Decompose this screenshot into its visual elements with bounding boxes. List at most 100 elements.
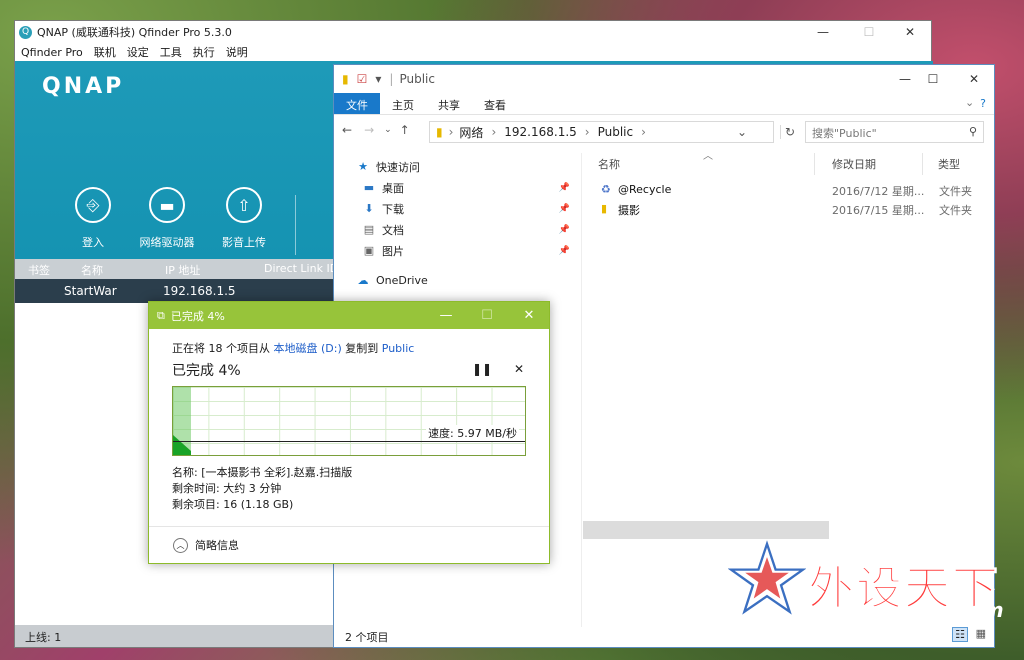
fewer-details-button[interactable]: ︿ 简略信息 [149,526,549,563]
details-view-icon[interactable]: ☷ [952,627,968,642]
tab-home[interactable]: 主页 [380,93,426,114]
pin-icon[interactable]: 📌 [559,225,570,235]
chevron-down-icon[interactable]: ⌄ [384,125,392,135]
pin-icon[interactable]: 📌 [559,183,570,193]
media-upload-button[interactable]: ⇧ 影音上传 [204,187,284,250]
large-icons-view-icon[interactable]: ▦ [974,627,988,640]
login-button[interactable]: ⎆ 登入 [53,187,133,250]
network-icon: ▮ [436,125,443,139]
dropdown-icon[interactable]: ⌄ [737,125,747,139]
pin-icon[interactable]: 📌 [559,204,570,214]
file-name: 摄影 [618,204,640,217]
search-input[interactable]: 搜索"Public" ⚲ [805,121,984,143]
breadcrumb-network[interactable]: 网络 [459,124,483,141]
refresh-icon[interactable]: ↻ [779,125,795,139]
nav-documents[interactable]: ▤ 文档 📌 [334,219,580,240]
menu-settings[interactable]: 设定 [127,44,149,60]
col-name[interactable]: 名称 [81,262,103,278]
login-label: 登入 [82,236,104,249]
menu-tools[interactable]: 工具 [160,44,182,60]
nav-onedrive-label: OneDrive [376,274,428,287]
network-drive-button[interactable]: ▬ 网络驱动器 [127,187,207,250]
back-arrow-icon[interactable]: ← [342,123,352,137]
breadcrumb-separator: › [584,125,590,139]
file-name: @Recycle [618,183,672,196]
help-icon[interactable]: ? [978,93,994,114]
explorer-title: Public [399,72,435,86]
copy-icon: ⧉ [157,308,165,322]
dialog-title: 已完成 4% [170,309,225,323]
tab-view[interactable]: 查看 [472,93,518,114]
tab-file[interactable]: 文件 [334,93,380,114]
fewer-details-label: 简略信息 [195,539,239,552]
nav-pictures[interactable]: ▣ 图片 📌 [334,240,580,261]
toolbar-divider [295,195,296,255]
current-file-name: 名称: [一本摄影书 全彩].赵嘉.扫描版 [172,466,353,479]
target-link[interactable]: Public [382,342,415,355]
cancel-icon[interactable]: ✕ [514,362,524,376]
col-bookmark[interactable]: 书签 [28,262,50,278]
minimize-icon[interactable]: — [800,21,846,43]
col-ip[interactable]: IP 地址 [165,262,200,278]
forward-arrow-icon[interactable]: → [364,123,374,137]
media-upload-label: 影音上传 [222,236,266,249]
menu-execute[interactable]: 执行 [193,44,215,60]
minimize-icon[interactable]: — [426,302,466,329]
list-item[interactable]: ♻ @Recycle 2016/7/12 星期... 文件夹 [583,180,994,199]
col-date-label: 修改日期 [832,158,876,171]
close-icon[interactable]: ✕ [509,302,549,329]
qfinder-menubar: Qfinder Pro 联机 设定 工具 执行 说明 [15,43,931,61]
dialog-titlebar[interactable]: ⧉ 已完成 4% — ☐ ✕ [149,302,549,329]
picture-icon: ▣ [363,244,375,257]
properties-icon[interactable]: ☑ [357,72,368,86]
menu-help[interactable]: 说明 [226,44,248,60]
device-ip: 192.168.1.5 [163,284,236,298]
col-name-label: 名称 [598,158,620,171]
nav-pictures-label: 图片 [382,244,404,258]
col-directlink[interactable]: Direct Link ID [264,262,338,275]
time-remaining: 剩余时间: 大约 3 分钟 [172,482,282,495]
download-icon: ⬇ [364,202,374,215]
folder-icon: ▮ [342,72,349,86]
file-type: 文件夹 [939,185,972,198]
col-type-header[interactable]: 类型 [923,153,994,175]
menu-connect[interactable]: 联机 [94,44,116,60]
maximize-icon[interactable]: ☐ [846,21,892,43]
cloud-icon: ☁ [357,274,369,287]
address-bar[interactable]: ▮ › 网络 › 192.168.1.5 › Public › ⌄ ↻ [429,121,795,143]
tab-share[interactable]: 共享 [426,93,472,114]
maximize-icon[interactable]: ☐ [467,302,507,329]
breadcrumb-host[interactable]: 192.168.1.5 [504,125,577,139]
folder-icon: ▮ [601,202,608,215]
qfinder-titlebar[interactable]: Q QNAP (威联通科技) Qfinder Pro 5.3.0 — ☐ ✕ [15,21,931,43]
chevron-down-icon[interactable]: ⌄ [961,93,978,114]
star-icon: ★ [358,160,368,173]
close-icon[interactable]: ✕ [951,68,997,90]
col-type-label: 类型 [938,158,960,171]
menu-qfinder-pro[interactable]: Qfinder Pro [21,46,83,59]
maximize-icon[interactable]: ☐ [910,68,956,90]
search-icon[interactable]: ⚲ [969,125,977,138]
explorer-titlebar[interactable]: ▮ ☑ ▾ | Public — ☐ ✕ [334,65,994,93]
breadcrumb-separator: › [491,125,497,139]
col-date-header[interactable]: 修改日期 [815,153,923,175]
percent-label: 已完成 4% [172,363,241,379]
nav-desktop[interactable]: ▬ 桌面 📌 [334,177,580,198]
pause-icon[interactable]: ❚❚ [472,362,492,376]
close-icon[interactable]: ✕ [887,21,933,43]
watermark-star-logo [728,540,806,615]
up-arrow-icon[interactable]: ↑ [400,123,410,137]
pin-icon[interactable]: 📌 [559,246,570,256]
file-type: 文件夹 [939,204,972,217]
breadcrumb-public[interactable]: Public [598,125,634,139]
source-link[interactable]: 本地磁盘 (D:) [274,342,342,355]
col-name-header[interactable]: 名称 [583,153,815,175]
nav-downloads[interactable]: ⬇ 下载 📌 [334,198,580,219]
sort-ascending-icon: ︿ [703,151,713,162]
list-item[interactable]: ▮ 摄影 2016/7/15 星期... 文件夹 [583,199,994,218]
nav-quick-access[interactable]: ★ 快速访问 [334,156,580,177]
chevron-down-icon[interactable]: ▾ [375,72,381,86]
watermark-url: www.wstx.com [824,598,1005,622]
file-date: 2016/7/12 星期... [832,185,925,198]
nav-onedrive[interactable]: ☁ OneDrive [334,270,580,291]
